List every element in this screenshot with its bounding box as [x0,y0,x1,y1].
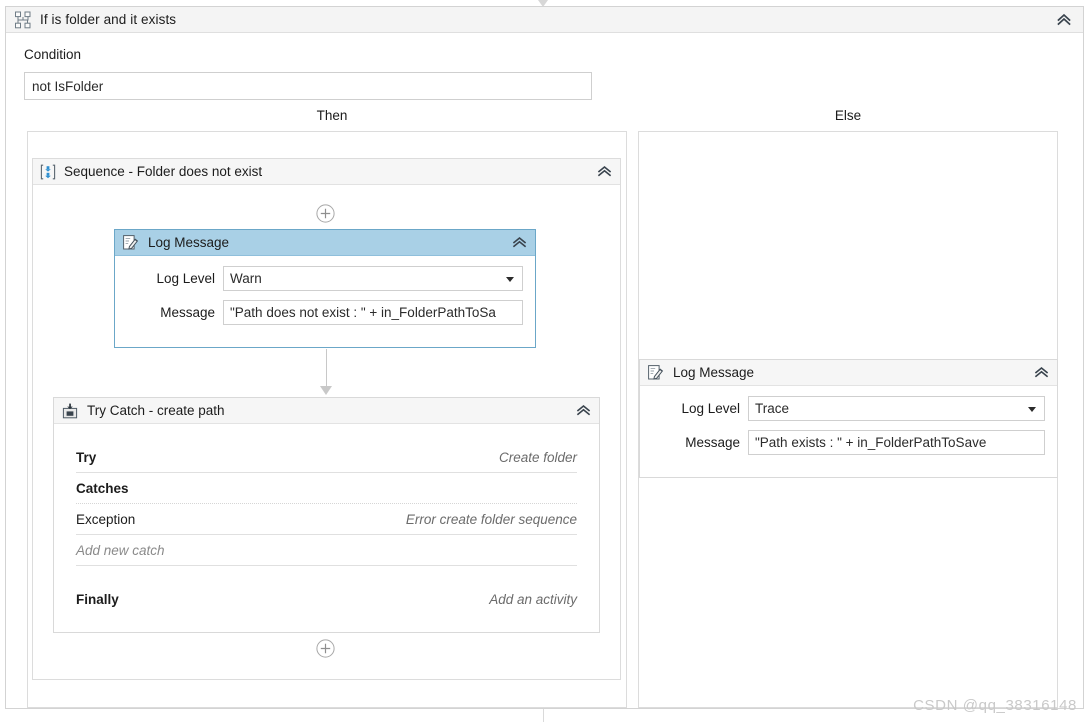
log-message-icon [122,234,139,251]
try-catch-title: Try Catch - create path [87,403,225,418]
try-catch-header[interactable]: Try Catch - create path [54,398,599,424]
sequence-title: Sequence - Folder does not exist [64,164,263,179]
try-catch-body: Try Create folder Catches Exception Erro… [54,424,599,614]
log-level-label-then: Log Level [156,271,215,286]
add-activity-bottom-button[interactable] [316,639,335,658]
then-branch-label: Then [316,108,348,123]
message-row-else: Message "Path exists : " + in_FolderPath… [652,430,1045,455]
condition-input[interactable] [24,72,592,100]
sequence-collapse-chevron-up-icon[interactable] [596,163,613,180]
log-message-activity-else[interactable]: Log Message Log Level Trace Message "Pat… [639,359,1058,478]
log-level-row-then: Log Level Warn [127,266,523,291]
try-catch-activity[interactable]: Try Catch - create path Try Create folde… [53,397,600,633]
if-activity-title: If is folder and it exists [40,12,177,27]
catches-row: Catches [76,481,577,503]
else-branch-label: Else [834,108,862,123]
add-activity-top-button[interactable] [316,204,335,223]
connector-line [326,349,327,388]
exception-separator [76,534,577,535]
log-message-title-else: Log Message [673,365,755,380]
message-row-then: Message "Path does not exist : " + in_Fo… [127,300,523,325]
log-level-row-else: Log Level Trace [652,396,1045,421]
chevron-down-icon-else[interactable] [1028,406,1036,412]
exception-row[interactable]: Exception Error create folder sequence [76,512,577,534]
catches-separator [76,503,577,504]
try-catch-spacer [76,574,577,592]
workflow-designer-canvas: If is folder and it exists Condition The… [0,0,1089,722]
message-input-else[interactable]: "Path exists : " + in_FolderPathToSave [748,430,1045,455]
collapse-chevron-up-icon[interactable] [1055,11,1073,29]
message-value-else: "Path exists : " + in_FolderPathToSave [755,435,987,450]
try-value[interactable]: Create folder [499,450,577,465]
finally-label: Finally [76,592,119,607]
if-activity-header[interactable]: If is folder and it exists [6,7,1083,33]
log-level-label-else: Log Level [681,401,740,416]
watermark: CSDN @qq_38316148 [913,697,1077,714]
add-new-catch-separator [76,565,577,566]
log-message-header-then[interactable]: Log Message [115,230,535,256]
log-level-dropdown-else[interactable]: Trace [748,396,1045,421]
log-message-collapse-chevron-up-icon-then[interactable] [511,234,528,251]
log-message-collapse-chevron-up-icon-else[interactable] [1033,364,1050,381]
log-message-header-else[interactable]: Log Message [640,360,1057,386]
condition-label: Condition [24,47,82,62]
add-new-catch-row[interactable]: Add new catch [76,543,577,565]
message-label-else: Message [685,435,740,450]
log-message-title-then: Log Message [148,235,230,250]
log-message-icon [647,364,664,381]
chevron-down-icon-then[interactable] [506,276,514,282]
log-message-activity-then[interactable]: Log Message Log Level Warn Message "Path [114,229,536,348]
finally-row[interactable]: Finally Add an activity [76,592,577,614]
catches-label: Catches [76,481,129,496]
sequence-header[interactable]: Sequence - Folder does not exist [33,159,620,185]
try-catch-icon [62,403,78,419]
message-input-then[interactable]: "Path does not exist : " + in_FolderPath… [223,300,523,325]
flow-decision-icon [14,11,32,29]
log-level-value-then: Warn [230,271,262,286]
connector-arrow-icon [320,386,332,395]
bottom-connector-stub [543,709,544,722]
try-row[interactable]: Try Create folder [76,450,577,472]
add-new-catch-label[interactable]: Add new catch [76,543,165,558]
log-message-body-else: Log Level Trace Message "Path exists : "… [640,386,1057,467]
exception-label: Exception [76,512,136,527]
exception-value[interactable]: Error create folder sequence [406,512,577,527]
try-separator [76,472,577,473]
try-catch-collapse-chevron-up-icon[interactable] [575,402,592,419]
sequence-icon [40,164,56,180]
message-value-then: "Path does not exist : " + in_FolderPath… [230,305,496,320]
log-level-dropdown-then[interactable]: Warn [223,266,523,291]
message-label-then: Message [160,305,215,320]
log-message-body-then: Log Level Warn Message "Path does not ex… [115,256,535,337]
finally-value[interactable]: Add an activity [489,592,577,607]
try-label: Try [76,450,97,465]
log-level-value-else: Trace [755,401,790,416]
